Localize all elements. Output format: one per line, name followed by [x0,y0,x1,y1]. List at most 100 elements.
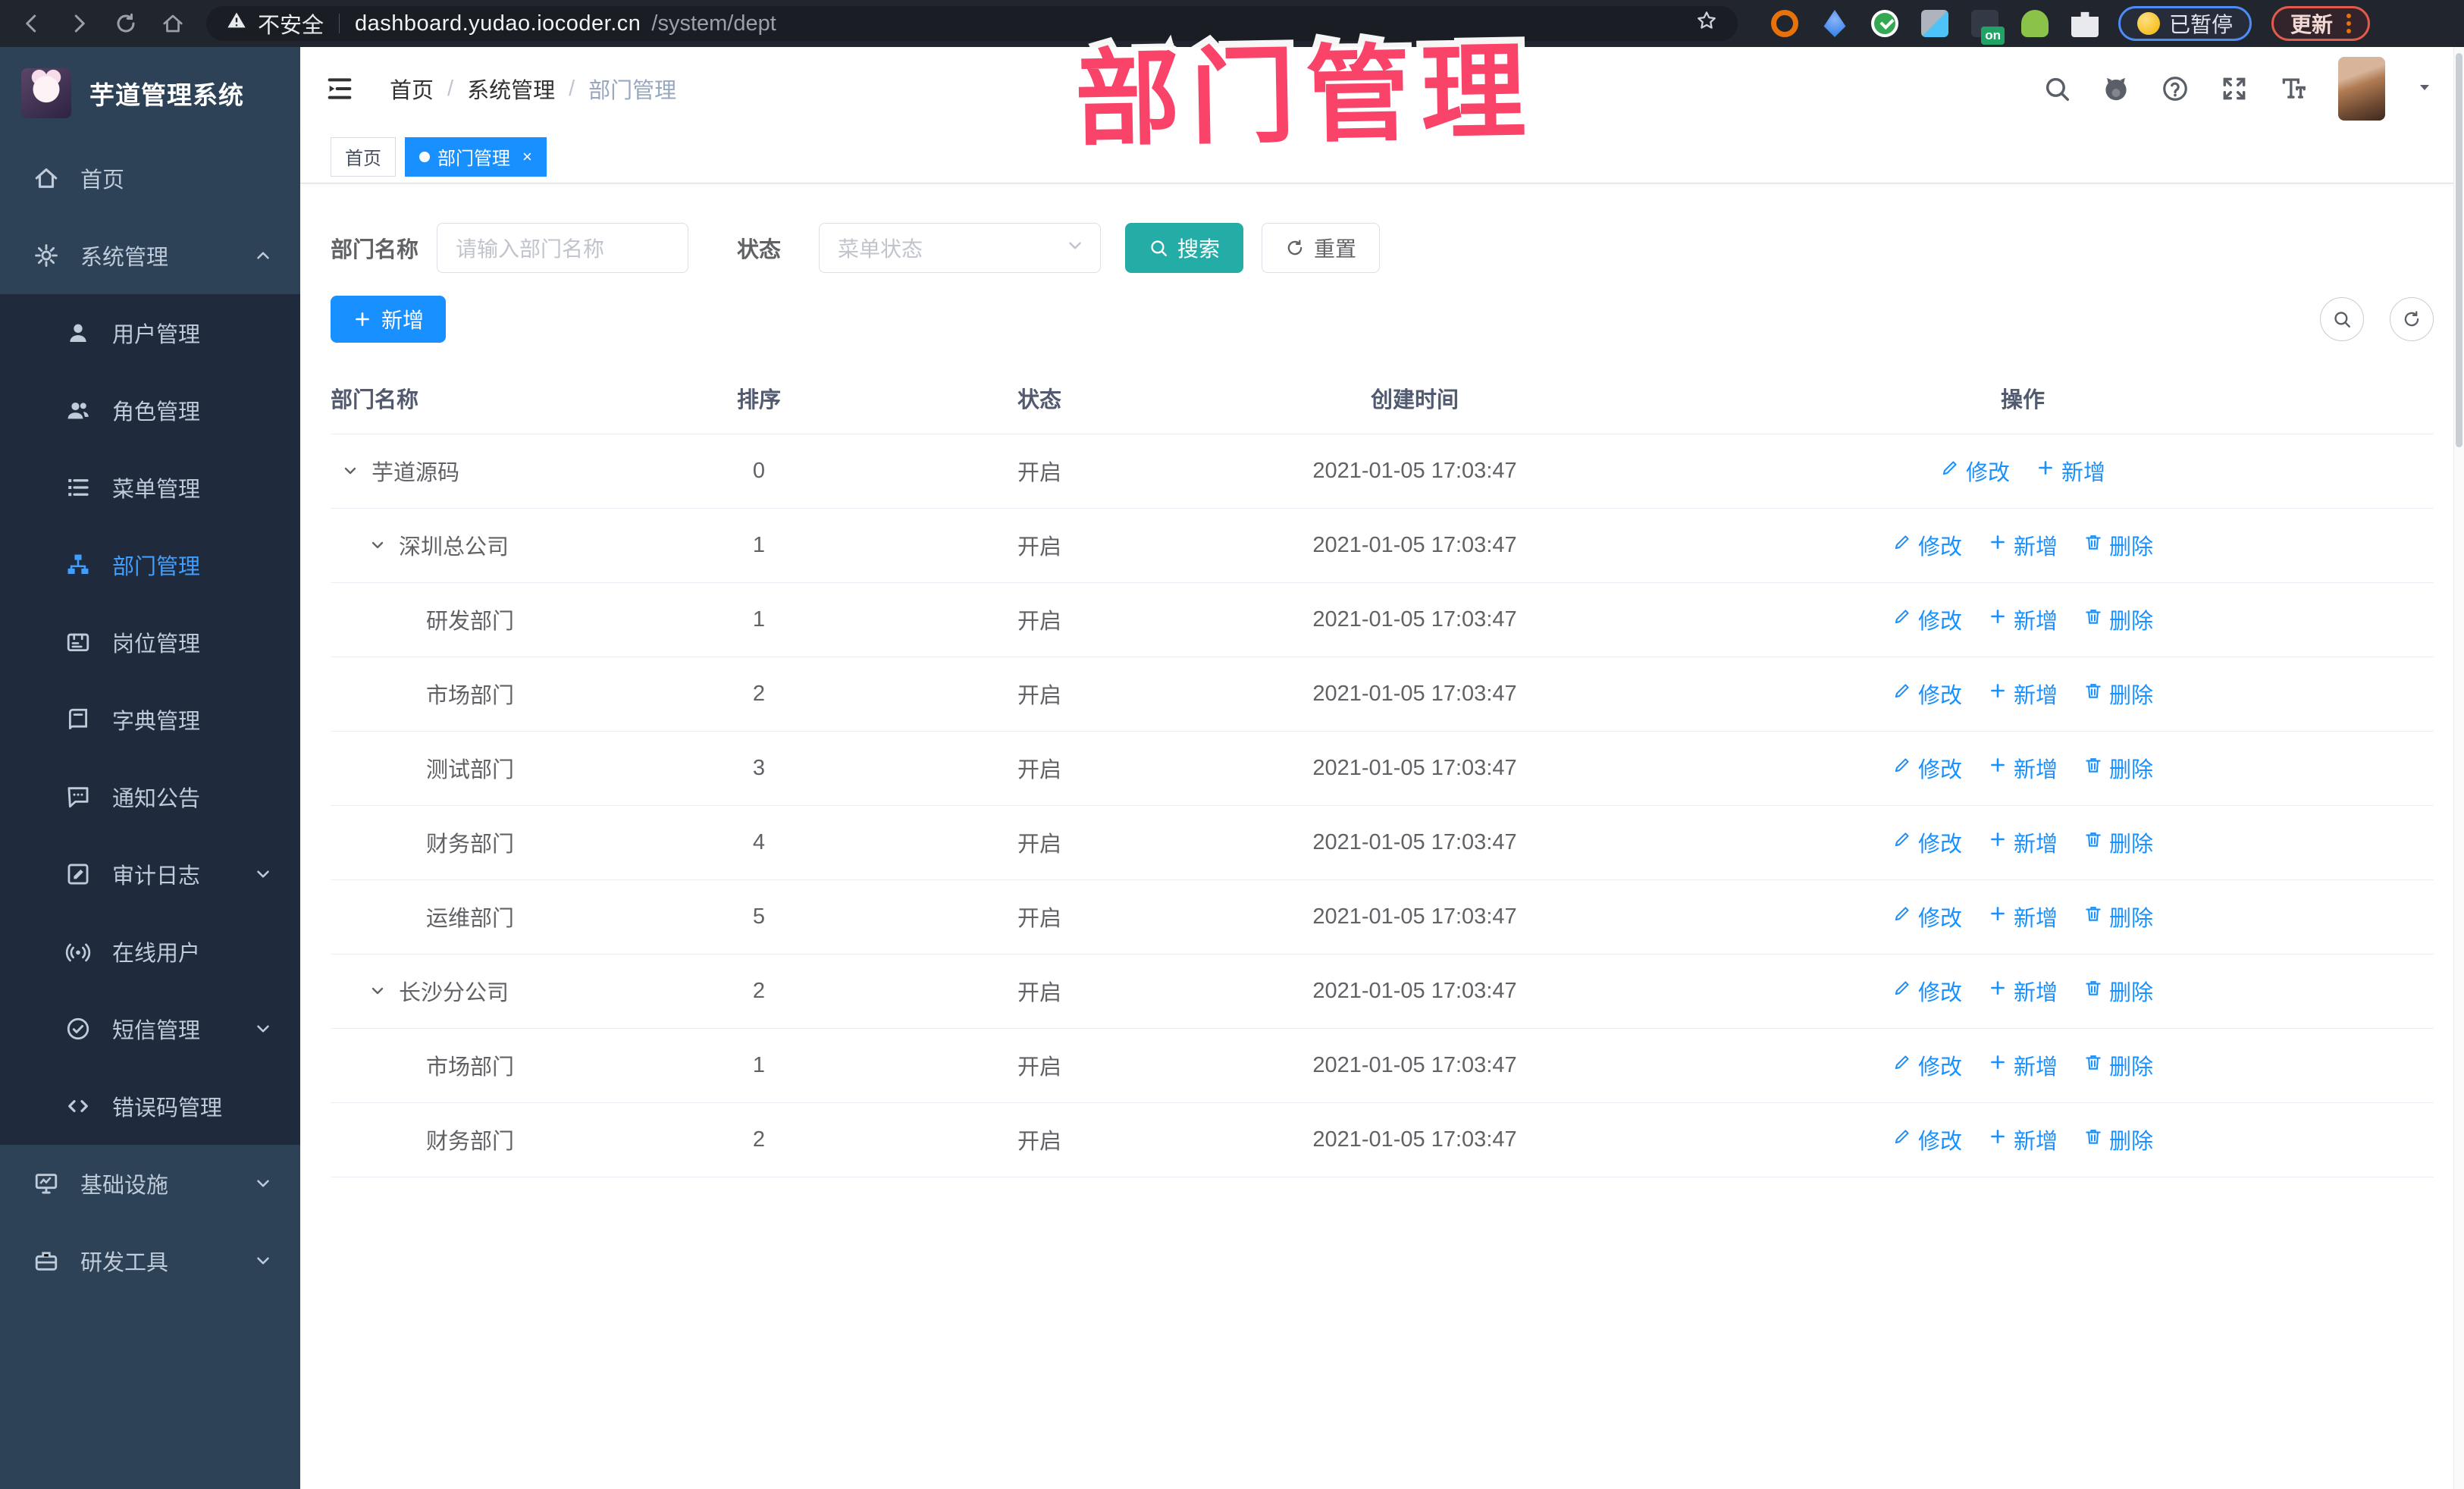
sidebar-item-org[interactable]: 部门管理 [0,526,300,603]
sidebar-item-online[interactable]: 在线用户 [0,913,300,990]
trash-icon [2083,681,2103,707]
sidebar-collapse-icon[interactable] [324,74,355,104]
page-scrollbar[interactable] [2453,47,2464,1489]
row-action-trash[interactable]: 删除 [2083,603,2153,635]
row-action-plus[interactable]: 新增 [1988,529,2058,561]
sidebar-item-sms[interactable]: 短信管理 [0,990,300,1067]
pencil-icon [1940,458,1960,484]
tree-expand-icon[interactable] [341,462,371,480]
sidebar-item-badge[interactable]: 岗位管理 [0,603,300,681]
breadcrumb-item[interactable]: 首页 [390,73,434,105]
refresh-table-button[interactable] [2390,297,2434,341]
sidebar-item-user[interactable]: 用户管理 [0,294,300,371]
tools-icon [33,1248,59,1274]
row-action-pencil[interactable]: 修改 [1892,1049,1962,1081]
row-action-pencil[interactable]: 修改 [1892,1124,1962,1155]
row-action-pencil[interactable]: 修改 [1892,678,1962,710]
row-action-pencil[interactable]: 修改 [1892,752,1962,784]
browser-back-icon[interactable] [18,10,45,37]
tags-view-bar: 首页 部门管理 × [300,130,2464,183]
browser-menu-dots-icon[interactable] [2346,14,2352,33]
close-tab-icon[interactable]: × [522,147,532,167]
browser-update-button[interactable]: 更新 [2271,6,2371,41]
fullscreen-icon[interactable] [2220,74,2249,103]
user-menu-caret-icon[interactable] [2415,78,2434,100]
row-action-pencil[interactable]: 修改 [1892,529,1962,561]
extension-orange-icon[interactable] [1771,10,1798,37]
profile-paused-pill[interactable]: 已暂停 [2118,6,2252,41]
sidebar-item-home[interactable]: 首页 [0,139,300,217]
browser-forward-icon[interactable] [65,10,92,37]
row-action-plus[interactable]: 新增 [1988,826,2058,858]
font-size-icon[interactable] [2279,74,2308,103]
dept-created-time: 2021-01-05 17:03:47 [1218,805,1612,880]
sidebar-item-gear[interactable]: 系统管理 [0,217,300,294]
row-action-trash[interactable]: 删除 [2083,901,2153,933]
github-icon[interactable] [2102,74,2130,103]
address-bar[interactable]: 不安全 dashboard.yudao.iocoder.cn/system/de… [206,6,1738,41]
extension-check-icon[interactable] [1871,10,1898,37]
sidebar-item-code[interactable]: 错误码管理 [0,1067,300,1145]
row-action-pencil[interactable]: 修改 [1940,455,2010,487]
row-action-label: 删除 [2109,1130,2154,1154]
row-action-trash[interactable]: 删除 [2083,529,2153,561]
row-action-trash[interactable]: 删除 [2083,826,2153,858]
bookmark-star-icon[interactable] [1695,9,1718,38]
row-action-pencil[interactable]: 修改 [1892,975,1962,1007]
row-action-pencil[interactable]: 修改 [1892,901,1962,933]
status-select[interactable]: 菜单状态 [819,223,1102,273]
row-action-plus[interactable]: 新增 [1988,975,2058,1007]
app-title: 芋道管理系统 [89,81,244,109]
breadcrumb-item[interactable]: 系统管理 [467,73,555,105]
tag-view-item[interactable]: 首页 [331,136,396,177]
sidebar-item-book[interactable]: 字典管理 [0,681,300,758]
toggle-search-button[interactable] [2320,297,2364,341]
extension-drop-icon[interactable] [1823,10,1846,37]
sidebar-item-list[interactable]: 菜单管理 [0,449,300,526]
page: 不安全 dashboard.yudao.iocoder.cn/system/de… [0,0,2464,1489]
sidebar-item-chat[interactable]: 通知公告 [0,758,300,835]
search-button[interactable]: 搜索 [1125,223,1244,273]
tree-expand-icon[interactable] [368,982,399,1000]
tag-view-active[interactable]: 部门管理 × [405,136,547,177]
row-action-plus[interactable]: 新增 [1988,678,2058,710]
header-search-icon[interactable] [2042,74,2071,103]
row-action-trash[interactable]: 删除 [2083,678,2153,710]
extension-grid-icon[interactable] [1921,10,1948,37]
browser-home-icon[interactable] [159,10,187,37]
trash-icon [2083,829,2103,855]
sidebar-item-tools[interactable]: 研发工具 [0,1222,300,1299]
user-avatar[interactable] [2338,57,2385,121]
row-action-trash[interactable]: 删除 [2083,1124,2153,1155]
online-icon [65,939,91,964]
reset-button[interactable]: 重置 [1262,223,1381,273]
extensions-puzzle-icon[interactable] [2071,11,2099,37]
sidebar-logo-row[interactable]: 芋道管理系统 [0,47,300,139]
row-action-plus[interactable]: 新增 [1988,901,2058,933]
sidebar-item-editlog[interactable]: 审计日志 [0,835,300,913]
row-action-pencil[interactable]: 修改 [1892,826,1962,858]
sidebar-item-label: 角色管理 [112,400,201,425]
tree-expand-icon[interactable] [368,536,399,554]
row-action-plus[interactable]: 新增 [1988,603,2058,635]
sidebar-item-infra[interactable]: 基础设施 [0,1145,300,1222]
sidebar-item-users[interactable]: 角色管理 [0,371,300,449]
row-action-plus[interactable]: 新增 [1988,1049,2058,1081]
extension-figure-icon[interactable] [2021,10,2049,37]
dept-name-input[interactable]: 请输入部门名称 [437,223,689,273]
row-action-pencil[interactable]: 修改 [1892,603,1962,635]
sidebar-item-label: 通知公告 [112,787,201,811]
help-icon[interactable] [2161,74,2190,103]
row-action-plus[interactable]: 新增 [1988,1124,2058,1155]
dept-name: 长沙分公司 [399,981,509,1005]
scrollbar-thumb[interactable] [2456,53,2462,447]
browser-reload-icon[interactable] [112,10,140,37]
row-action-trash[interactable]: 删除 [2083,1049,2153,1081]
add-button[interactable]: 新增 [331,296,447,343]
row-action-trash[interactable]: 删除 [2083,975,2153,1007]
row-action-label: 删除 [2109,907,2154,931]
row-action-trash[interactable]: 删除 [2083,752,2153,784]
row-action-plus[interactable]: 新增 [2036,455,2105,487]
extension-switch-icon[interactable]: on [1971,10,2005,45]
row-action-plus[interactable]: 新增 [1988,752,2058,784]
